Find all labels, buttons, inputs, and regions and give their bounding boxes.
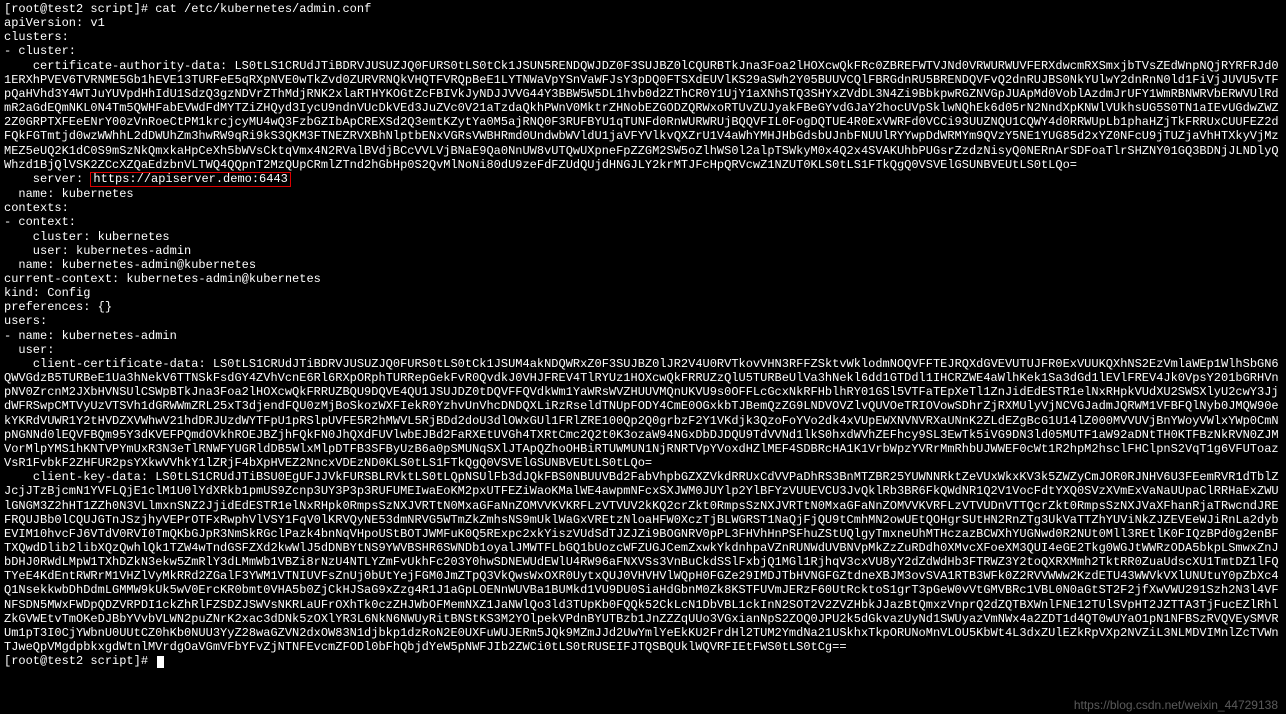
context-name: name: kubernetes-admin@kubernetes — [4, 258, 1282, 272]
server-line: server: https://apiserver.demo:6443 — [4, 172, 1282, 187]
cursor — [157, 656, 164, 668]
client-key-data: client-key-data: LS0tLS1CRUdJTiBSU0EgUFJ… — [4, 470, 1282, 654]
yaml-clusters: clusters: — [4, 30, 1282, 44]
user-item: - name: kubernetes-admin — [4, 329, 1282, 343]
context-cluster: cluster: kubernetes — [4, 230, 1282, 244]
yaml-context-item: - context: — [4, 215, 1282, 229]
prompt: [root@test2 script]# — [4, 2, 155, 16]
yaml-contexts: contexts: — [4, 201, 1282, 215]
yaml-cluster-item: - cluster: — [4, 44, 1282, 58]
cert-authority-data: certificate-authority-data: LS0tLS1CRUdJ… — [4, 59, 1282, 172]
kind: kind: Config — [4, 286, 1282, 300]
client-certificate-data: client-certificate-data: LS0tLS1CRUdJTiB… — [4, 357, 1282, 470]
terminal[interactable]: [root@test2 script]# cat /etc/kubernetes… — [4, 2, 1282, 668]
command: cat /etc/kubernetes/admin.conf — [155, 2, 371, 16]
context-user: user: kubernetes-admin — [4, 244, 1282, 258]
next-prompt-line: [root@test2 script]# — [4, 654, 1282, 668]
yaml-apiversion: apiVersion: v1 — [4, 16, 1282, 30]
prompt: [root@test2 script]# — [4, 654, 155, 668]
users: users: — [4, 314, 1282, 328]
server-url-highlight: https://apiserver.demo:6443 — [90, 172, 290, 187]
user-sub: user: — [4, 343, 1282, 357]
prompt-line: [root@test2 script]# cat /etc/kubernetes… — [4, 2, 1282, 16]
cluster-name: name: kubernetes — [4, 187, 1282, 201]
watermark: https://blog.csdn.net/weixin_44729138 — [1074, 698, 1278, 712]
current-context: current-context: kubernetes-admin@kubern… — [4, 272, 1282, 286]
preferences: preferences: {} — [4, 300, 1282, 314]
